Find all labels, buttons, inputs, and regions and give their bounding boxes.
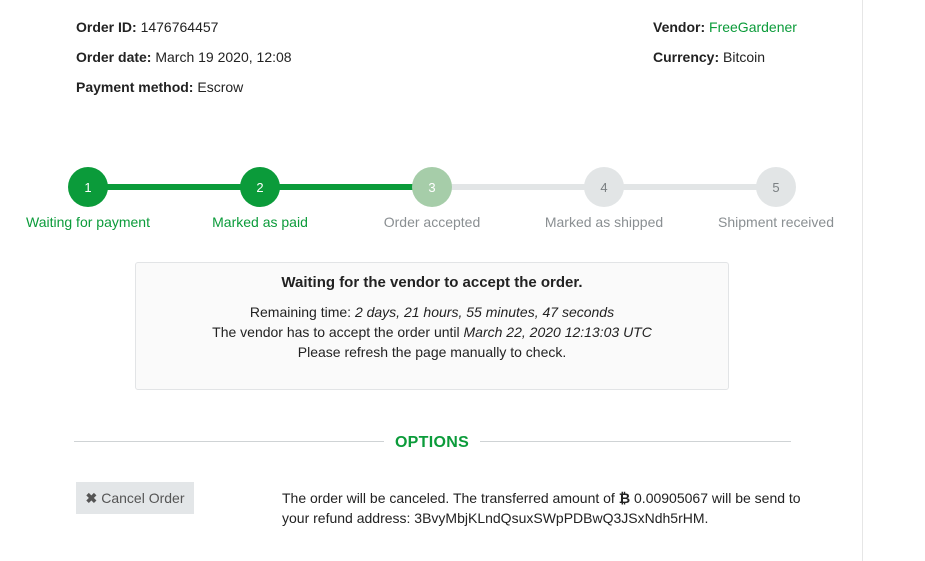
step-5-number: 5 xyxy=(772,179,780,195)
step-4-label: Marked as shipped xyxy=(544,214,664,230)
step-3-circle: 3 xyxy=(412,167,452,207)
step-4-number: 4 xyxy=(600,179,608,195)
cancel-order-label: Cancel Order xyxy=(101,490,185,506)
remaining-time-value: 2 days, 21 hours, 55 minutes, 47 seconds xyxy=(354,304,615,320)
options-divider-left xyxy=(74,441,384,442)
vendor: Vendor: FreeGardener xyxy=(653,19,797,35)
accept-deadline-value: March 22, 2020 12:13:03 UTC xyxy=(463,324,652,340)
step-3-label: Order accepted xyxy=(383,214,481,230)
step-5-label: Shipment received xyxy=(718,214,834,230)
refund-address: 3BvyMbjKLndQsuxSWpPDBwQ3JSxNdh5rHM xyxy=(414,510,705,526)
order-date-label: Order date: xyxy=(76,49,152,65)
accept-deadline-label: The vendor has to accept the order until xyxy=(212,324,460,340)
notice-headline: Waiting for the vendor to accept the ord… xyxy=(281,274,583,291)
btc-amount: 0.00905067 xyxy=(634,490,708,506)
status-notice: Waiting for the vendor to accept the ord… xyxy=(135,262,729,390)
cancel-order-button[interactable]: ✖ Cancel Order xyxy=(76,482,194,514)
step-1-number: 1 xyxy=(84,179,92,195)
remaining-time-label: Remaining time: xyxy=(249,304,352,320)
order-id-label: Order ID: xyxy=(76,19,137,35)
options-divider-right xyxy=(480,441,791,442)
step-3-number: 3 xyxy=(428,179,436,195)
currency: Currency: Bitcoin xyxy=(653,49,765,65)
refresh-hint: Please refresh the page manually to chec… xyxy=(297,344,567,360)
step-5-circle: 5 xyxy=(756,167,796,207)
cancel-description: The order will be canceled. The transfer… xyxy=(282,488,812,528)
bitcoin-icon: ₿ xyxy=(618,490,631,506)
order-card: Order ID: 1476764457 Order date: March 1… xyxy=(0,0,863,561)
step-4-circle: 4 xyxy=(584,167,624,207)
close-icon: ✖ xyxy=(85,489,98,506)
payment-method: Payment method: Escrow xyxy=(76,79,243,95)
step-1-label: Waiting for payment xyxy=(26,214,150,230)
currency-value: Bitcoin xyxy=(723,49,766,65)
step-1-circle: 1 xyxy=(68,167,108,207)
step-2-number: 2 xyxy=(256,179,264,195)
order-id: Order ID: 1476764457 xyxy=(76,19,218,35)
cancel-text-period: . xyxy=(704,510,709,526)
accept-deadline: The vendor has to accept the order until… xyxy=(136,324,728,340)
vendor-link[interactable]: FreeGardener xyxy=(709,19,797,35)
cancel-text-part1: The order will be canceled. The transfer… xyxy=(282,490,615,506)
payment-method-label: Payment method: xyxy=(76,79,194,95)
order-date-value: March 19 2020, 12:08 xyxy=(155,49,292,65)
vendor-label: Vendor: xyxy=(653,19,706,35)
options-heading: OPTIONS xyxy=(394,434,470,451)
step-2-circle: 2 xyxy=(240,167,280,207)
currency-label: Currency: xyxy=(653,49,720,65)
remaining-time: Remaining time: 2 days, 21 hours, 55 min… xyxy=(136,304,728,320)
order-date: Order date: March 19 2020, 12:08 xyxy=(76,49,292,65)
payment-method-value: Escrow xyxy=(197,79,244,95)
step-2-label: Marked as paid xyxy=(212,214,308,230)
order-id-value: 1476764457 xyxy=(140,19,219,35)
